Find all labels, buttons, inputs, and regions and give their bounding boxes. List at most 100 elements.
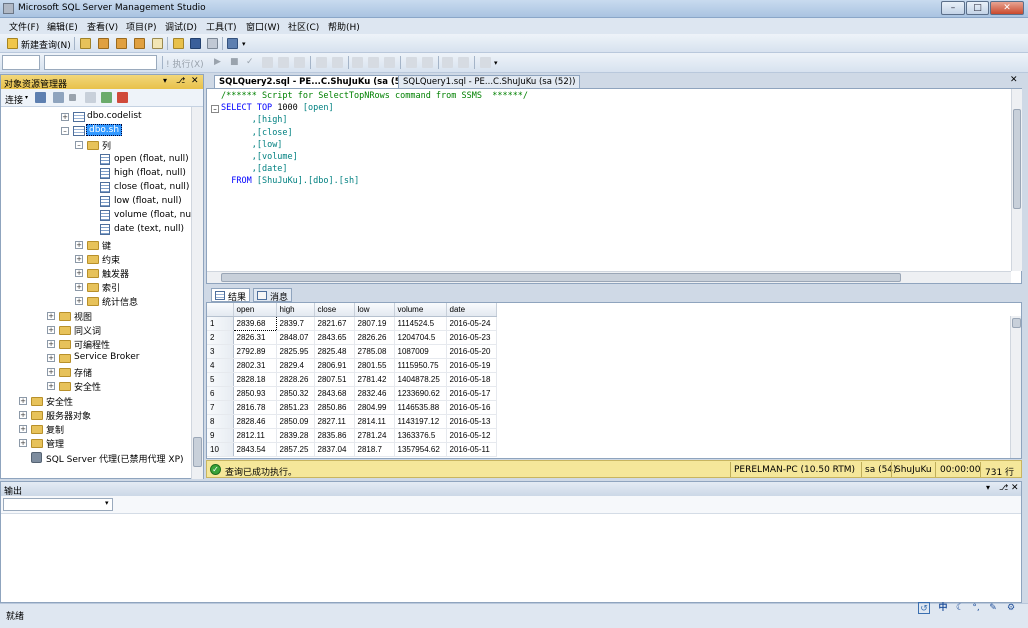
grid-cell[interactable]: 2016-05-13: [446, 414, 497, 429]
output-source-select[interactable]: [3, 498, 113, 511]
close-button[interactable]: ✕: [990, 1, 1024, 15]
grid-cell[interactable]: 2857.25: [276, 442, 315, 457]
decrease-indent-icon[interactable]: [442, 57, 453, 68]
table-row[interactable]: 8 2828.46 2850.09 2827.11 2814.11 1143197.12 2…: [207, 414, 497, 429]
grid-cell[interactable]: 2843.54: [233, 442, 277, 457]
grid-cell[interactable]: 1363376.5: [394, 428, 447, 443]
expand-icon[interactable]: +: [19, 439, 27, 447]
display-plan-icon[interactable]: [262, 57, 273, 68]
table-row[interactable]: 6 2850.93 2850.32 2843.68 2832.46 1233690.62 2…: [207, 386, 497, 401]
grid-cell[interactable]: 2828.26: [276, 372, 315, 387]
column-header[interactable]: low: [354, 303, 395, 317]
grid-cell[interactable]: 2016-05-23: [446, 330, 497, 345]
punctuation-icon[interactable]: °,: [970, 602, 982, 614]
toolbar-combo-small[interactable]: [2, 55, 40, 70]
grid-cell[interactable]: 2825.48: [314, 344, 355, 359]
row-number[interactable]: 8: [207, 414, 234, 429]
expand-icon[interactable]: +: [75, 283, 83, 291]
sql-editor[interactable]: – /****** Script for SelectTopNRows comm…: [206, 88, 1022, 284]
expand-icon[interactable]: +: [19, 411, 27, 419]
collapse-icon[interactable]: –: [61, 127, 69, 135]
menu-view[interactable]: 查看(V): [87, 20, 118, 33]
grid-vertical-scrollbar[interactable]: [1010, 316, 1021, 458]
expand-icon[interactable]: +: [61, 113, 69, 121]
grid-cell[interactable]: 2781.24: [354, 428, 395, 443]
debug-icon[interactable]: ▶: [214, 57, 221, 67]
grid-cell[interactable]: 1146535.88: [394, 400, 447, 415]
grid-cell[interactable]: 2828.46: [233, 414, 277, 429]
row-number[interactable]: 1: [207, 316, 234, 331]
row-number[interactable]: 5: [207, 372, 234, 387]
close-tab-icon[interactable]: ✕: [1010, 75, 1018, 85]
grid-cell[interactable]: 2850.93: [233, 386, 277, 401]
column-header[interactable]: close: [314, 303, 355, 317]
save-icon[interactable]: [190, 38, 201, 49]
connect-button[interactable]: 连接: [5, 93, 23, 106]
results-to-file-icon[interactable]: [384, 57, 395, 68]
grid-cell[interactable]: 2825.95: [276, 344, 315, 359]
table-row[interactable]: 4 2802.31 2829.4 2806.91 2801.55 1115950.75 20…: [207, 358, 497, 373]
refresh-icon[interactable]: [101, 92, 112, 103]
row-number[interactable]: 2: [207, 330, 234, 345]
collapse-icon[interactable]: –: [75, 141, 83, 149]
grid-cell[interactable]: 2827.11: [314, 414, 355, 429]
grid-cell[interactable]: 2016-05-19: [446, 358, 497, 373]
grid-cell[interactable]: 2807.19: [354, 316, 395, 331]
scrollbar-thumb[interactable]: [1012, 318, 1021, 328]
menu-edit[interactable]: 编辑(E): [47, 20, 78, 33]
grid-cell[interactable]: 2804.99: [354, 400, 395, 415]
expand-icon[interactable]: +: [47, 326, 55, 334]
grid-cell[interactable]: 2016-05-18: [446, 372, 497, 387]
grid-cell[interactable]: 1404878.25: [394, 372, 447, 387]
execute-button[interactable]: ! 执行(X): [166, 57, 204, 70]
cancel-query-icon[interactable]: ■: [230, 57, 239, 67]
expand-icon[interactable]: +: [75, 297, 83, 305]
results-to-text-icon[interactable]: [352, 57, 363, 68]
increase-indent-icon[interactable]: [458, 57, 469, 68]
row-number[interactable]: 10: [207, 442, 234, 457]
xmla-query-icon[interactable]: [152, 38, 163, 49]
grid-cell[interactable]: 2016-05-11: [446, 442, 497, 457]
panel-close-icon[interactable]: ✕: [191, 76, 199, 86]
grid-cell[interactable]: 2850.86: [314, 400, 355, 415]
grid-cell[interactable]: 2850.32: [276, 386, 315, 401]
table-row[interactable]: 5 2828.18 2828.26 2807.51 2781.42 1404878.25 2…: [207, 372, 497, 387]
expand-icon[interactable]: +: [19, 425, 27, 433]
soft-keyboard-icon[interactable]: ✎: [987, 602, 999, 614]
expand-icon[interactable]: +: [47, 312, 55, 320]
panel-dropdown-icon[interactable]: ▾: [163, 76, 167, 85]
column-header[interactable]: date: [446, 303, 497, 317]
new-query-icon[interactable]: [7, 38, 18, 49]
tab-sqlquery2[interactable]: SQLQuery2.sql - PE...C.ShuJuKu (sa (54)): [214, 75, 420, 89]
grid-cell[interactable]: 2818.7: [354, 442, 395, 457]
grid-cell[interactable]: 1233690.62: [394, 386, 447, 401]
grid-cell[interactable]: 2829.4: [276, 358, 315, 373]
scrollbar-thumb[interactable]: [1013, 109, 1021, 209]
ime-mode-icon[interactable]: ↺: [918, 602, 930, 614]
table-row[interactable]: 1 2839.68 2839.7 2821.67 2807.19 1114524.5 201…: [207, 315, 497, 331]
grid-cell[interactable]: 1204704.5: [394, 330, 447, 345]
expand-icon[interactable]: +: [47, 354, 55, 362]
outline-collapse-icon[interactable]: –: [211, 105, 219, 113]
grid-cell[interactable]: 2802.31: [233, 358, 277, 373]
settings-icon[interactable]: ⚙: [1005, 602, 1017, 614]
include-plan-icon[interactable]: [332, 57, 343, 68]
grid-cell[interactable]: 2807.51: [314, 372, 355, 387]
expand-icon[interactable]: +: [75, 255, 83, 263]
grid-cell[interactable]: 1357954.62: [394, 442, 447, 457]
ime-language-icon[interactable]: 中: [937, 602, 949, 614]
grid-cell[interactable]: 1087009: [394, 344, 447, 359]
scrollbar-thumb[interactable]: [193, 437, 202, 467]
grid-cell[interactable]: 2826.26: [354, 330, 395, 345]
grid-cell[interactable]: 2843.65: [314, 330, 355, 345]
grid-cell[interactable]: 2826.31: [233, 330, 277, 345]
dmx-query-icon[interactable]: [134, 38, 145, 49]
specify-values-icon[interactable]: [480, 57, 491, 68]
mdx-query-icon[interactable]: [116, 38, 127, 49]
moon-icon[interactable]: ☾: [954, 602, 966, 614]
grid-cell[interactable]: 2839.28: [276, 428, 315, 443]
grid-cell[interactable]: 2785.08: [354, 344, 395, 359]
grid-cell[interactable]: 2016-05-16: [446, 400, 497, 415]
disconnect-icon[interactable]: [53, 92, 64, 103]
expand-icon[interactable]: +: [75, 269, 83, 277]
